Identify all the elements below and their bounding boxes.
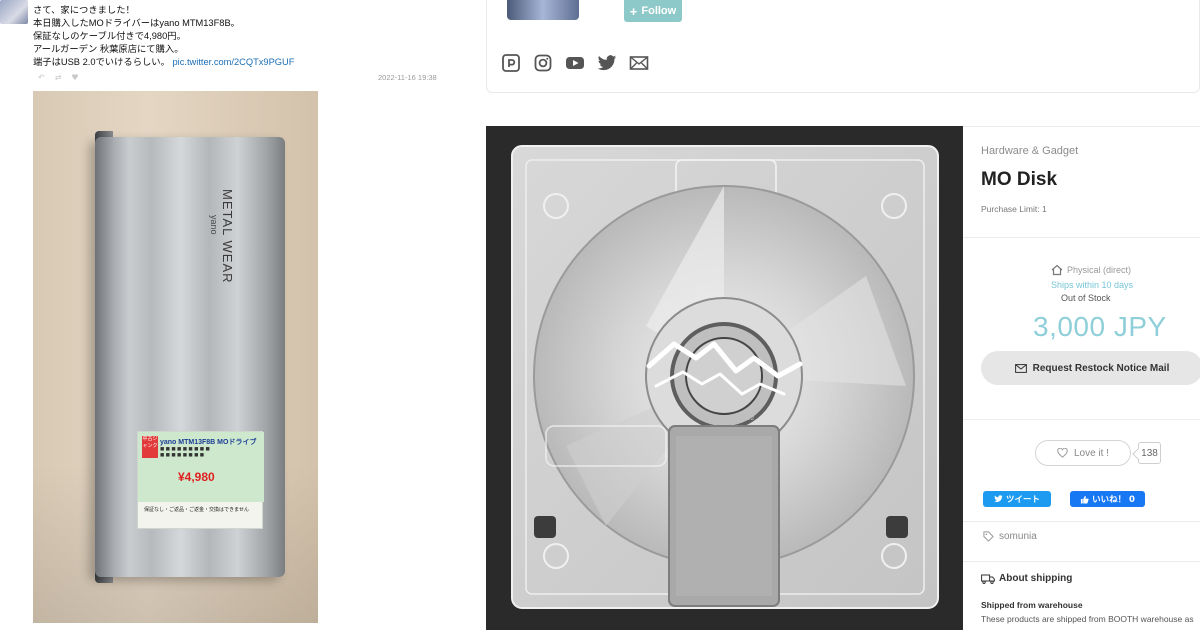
social-links — [501, 53, 649, 73]
love-label: Love it ! — [1073, 447, 1110, 459]
truck-icon — [981, 574, 995, 584]
screenshot-root: さて、家につきました！ 本日購入したMOドライバーはyano MTM13F8B。… — [0, 0, 1200, 630]
price-tag-note: 保証なし・ご返品・ご返金・交換はできません — [144, 507, 249, 513]
twitter-icon — [994, 495, 1003, 503]
tweet-line: 本日購入したMOドライバーはyano MTM13F8B。 — [33, 18, 240, 29]
drive-sub-text: yano — [209, 215, 219, 235]
product-title: MO Disk — [981, 169, 1058, 190]
mail-icon[interactable] — [629, 53, 649, 73]
divider — [963, 237, 1200, 238]
tweet-text: さて、家につきました！ 本日購入したMOドライバーはyano MTM13F8B。… — [33, 4, 453, 69]
reply-icon[interactable]: ↶ — [38, 73, 45, 82]
stock-status: Out of Stock — [1061, 293, 1111, 303]
price-tag-spec: ■ ■ ■ ■ ■ ■ ■ ■ ■ ■ ■ ■ ■ ■ ■ ■ ■ — [160, 447, 210, 458]
product-category[interactable]: Hardware & Gadget — [981, 145, 1078, 157]
product-info-panel: Hardware & Gadget MO Disk Purchase Limit… — [963, 126, 1200, 630]
retweet-icon[interactable]: ⇄ — [55, 73, 62, 82]
about-shipping-heading: About shipping — [981, 573, 1072, 584]
youtube-icon[interactable] — [565, 53, 585, 73]
shipped-description: These products are shipped from BOOTH wa… — [981, 614, 1194, 624]
tweet-card: さて、家につきました！ 本日購入したMOドライバーはyano MTM13F8B。… — [0, 0, 462, 630]
heart-icon — [1057, 448, 1068, 458]
twitter-icon[interactable] — [597, 53, 617, 73]
tweet-photo-link[interactable]: pic.twitter.com/2CQTx9PGUF — [172, 57, 294, 67]
home-icon — [1051, 264, 1063, 276]
tweet-actions: ↶ ⇄ ♥ — [38, 73, 79, 82]
product-image-caption: August 31,2022 — [699, 415, 756, 422]
tag-row[interactable]: somunia — [983, 531, 1037, 542]
tweet-line-prefix: 端子はUSB 2.0でいけるらしい。 — [33, 57, 170, 68]
divider — [963, 521, 1200, 522]
divider — [963, 561, 1200, 562]
love-it-button[interactable]: Love it ! — [1035, 440, 1131, 466]
mail-icon — [1014, 363, 1027, 373]
follow-button[interactable]: + Follow — [624, 0, 682, 22]
tweet-share-button[interactable]: ツイート — [983, 491, 1051, 507]
love-count: 138 — [1138, 442, 1161, 464]
thumbs-up-icon — [1080, 495, 1089, 504]
price-tag-price: ¥4,980 — [178, 470, 215, 484]
tweet-line: 保証なしのケーブル付きで4,980円。 — [33, 31, 186, 42]
request-restock-button[interactable]: Request Restock Notice Mail — [981, 351, 1200, 385]
tweet-photo[interactable]: METAL WEAR yano 中古ジャンク yano MTM13F8B MOド… — [33, 91, 318, 623]
pixiv-fanbox-icon[interactable] — [501, 53, 521, 73]
creator-thumbnail[interactable] — [507, 0, 579, 20]
facebook-like-button[interactable]: いいね！ 0 — [1070, 491, 1145, 507]
plus-icon: + — [629, 3, 638, 19]
fb-like-label: いいね！ 0 — [1092, 495, 1135, 505]
price-tag-badge: 中古ジャンク — [142, 436, 158, 458]
price-tag-model: yano MTM13F8B MOドライブ — [160, 439, 257, 446]
shipped-from: Shipped from warehouse — [981, 600, 1083, 610]
about-shipping-label: About shipping — [999, 573, 1073, 584]
creator-card: + Follow — [486, 0, 1200, 93]
tweet-avatar[interactable] — [0, 0, 28, 24]
tweet-line-last: 端子はUSB 2.0でいけるらしい。 pic.twitter.com/2CQTx… — [33, 56, 453, 69]
product-image[interactable]: August 31,2022 — [486, 126, 963, 630]
tweet-timestamp: 2022-11-16 19:38 — [378, 73, 437, 82]
mo-disk-xray-graphic — [486, 126, 963, 630]
follow-label: Follow — [641, 5, 677, 17]
tweet-line: さて、家につきました！ — [33, 5, 135, 15]
shipping-type-label: Physical (direct) — [1067, 265, 1132, 275]
divider — [963, 419, 1200, 420]
instagram-icon[interactable] — [533, 53, 553, 73]
tag-icon — [983, 531, 994, 542]
price-tag: 中古ジャンク yano MTM13F8B MOドライブ ■ ■ ■ ■ ■ ■ … — [137, 431, 264, 529]
purchase-limit: Purchase Limit: 1 — [981, 204, 1047, 214]
ships-within: Ships within 10 days — [1051, 280, 1134, 290]
tag-label: somunia — [999, 531, 1037, 542]
tweet-share-label: ツイート — [1005, 495, 1040, 505]
like-icon[interactable]: ♥ — [71, 73, 78, 82]
shipping-type: Physical (direct) — [1051, 264, 1131, 276]
product-price: 3,000 JPY — [1033, 311, 1167, 342]
drive-brand-text: METAL WEAR — [220, 189, 235, 284]
tweet-line: アールガーデン 秋葉原店にて購入。 — [33, 44, 184, 55]
restock-label: Request Restock Notice Mail — [1032, 362, 1170, 374]
